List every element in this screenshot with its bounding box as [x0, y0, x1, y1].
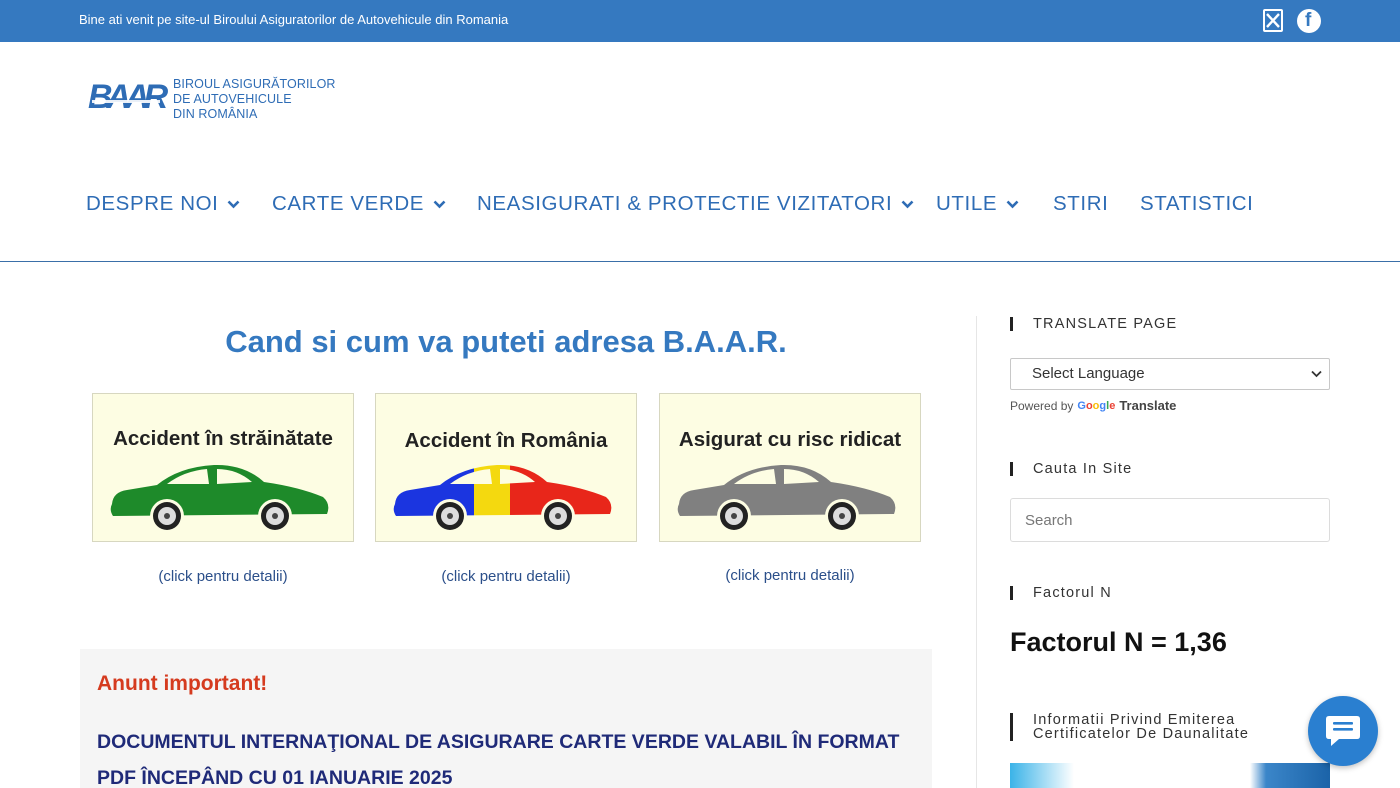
- factor-widget-title: Factorul N: [1010, 586, 1112, 600]
- card-accident-strainatate[interactable]: Accident în străinătate: [92, 393, 354, 542]
- header-divider: [0, 261, 1400, 262]
- powered-by-google: Powered by Google Translate: [1010, 398, 1177, 413]
- x-icon[interactable]: [1263, 9, 1283, 32]
- card-title: Accident în România: [404, 429, 608, 452]
- nav-despre-noi[interactable]: DESPRE NOI: [86, 192, 240, 216]
- card-title: Asigurat cu risc ridicat: [678, 428, 902, 451]
- nav-carte-verde[interactable]: CARTE VERDE: [272, 192, 446, 216]
- main-nav: DESPRE NOI CARTE VERDE NEASIGURATI & PRO…: [0, 192, 1400, 222]
- gray-car-icon: [677, 464, 896, 533]
- baar-logo-mark: BAAR: [88, 78, 175, 116]
- welcome-text: Bine ati venit pe site-ul Biroului Asigu…: [79, 12, 509, 27]
- chat-icon: [1326, 716, 1360, 746]
- factor-n-value: Factorul N = 1,36: [1010, 627, 1227, 657]
- chevron-down-icon: [228, 200, 240, 208]
- language-select[interactable]: Select Language: [1010, 358, 1330, 390]
- nav-statistici[interactable]: STATISTICI: [1140, 192, 1253, 216]
- card-link-strainatate[interactable]: (click pentru detalii): [92, 568, 354, 585]
- search-widget-title: Cauta In Site: [1010, 462, 1132, 476]
- google-logo[interactable]: Google: [1077, 400, 1115, 412]
- card-risc-ridicat[interactable]: Asigurat cu risc ridicat: [659, 393, 921, 542]
- important-notice: Anunt important! DOCUMENTUL INTERNAŢIONA…: [80, 649, 932, 788]
- translate-widget-title: TRANSLATE PAGE: [1010, 317, 1177, 331]
- chevron-down-icon: [901, 200, 914, 208]
- nav-stiri[interactable]: STIRI: [1053, 192, 1108, 216]
- page-title: Cand si cum va puteti adresa B.A.A.R.: [225, 324, 787, 359]
- info-banner-image[interactable]: [1010, 763, 1330, 788]
- chat-button[interactable]: [1308, 696, 1378, 766]
- tricolor-car-icon: [393, 464, 612, 533]
- logo-text: BIROUL ASIGURĂTORILOR DE AUTOVEHICULE DI…: [173, 77, 336, 121]
- green-car-icon: [110, 464, 329, 533]
- svg-text:BAAR: BAAR: [88, 78, 168, 116]
- search-input[interactable]: Search: [1010, 498, 1330, 542]
- card-accident-romania[interactable]: Accident în România: [375, 393, 637, 542]
- notice-title: Anunt important!: [97, 672, 268, 695]
- top-bar: Bine ati venit pe site-ul Biroului Asigu…: [0, 0, 1400, 42]
- chevron-down-icon: [1006, 200, 1019, 208]
- chevron-down-icon: [1311, 370, 1322, 378]
- translate-link[interactable]: Translate: [1119, 398, 1176, 413]
- nav-utile[interactable]: UTILE: [936, 192, 1019, 216]
- info-widget-title: Informatii Privind Emiterea Certificatel…: [1010, 713, 1330, 741]
- card-title: Accident în străinătate: [113, 427, 333, 450]
- sidebar-divider: [976, 316, 977, 788]
- facebook-icon[interactable]: f: [1297, 9, 1321, 33]
- nav-neasigurati[interactable]: NEASIGURATI & PROTECTIE VIZITATORI: [477, 192, 914, 216]
- card-link-romania[interactable]: (click pentru detalii): [375, 568, 637, 585]
- notice-body[interactable]: DOCUMENTUL INTERNAŢIONAL DE ASIGURARE CA…: [97, 724, 927, 788]
- card-link-risc[interactable]: (click pentru detalii): [659, 567, 921, 584]
- baar-logo[interactable]: BAAR BIROUL ASIGURĂTORILOR DE AUTOVEHICU…: [88, 76, 338, 124]
- chevron-down-icon: [433, 200, 446, 208]
